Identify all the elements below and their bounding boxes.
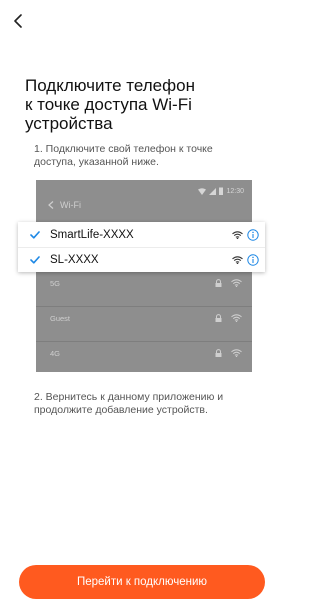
page-title: Подключите телефон к точке доступа Wi-Fi… [25, 76, 195, 133]
phone-network-row-4g: 4G [36, 341, 252, 364]
phone-network-row-guest: Guest [36, 306, 252, 329]
hotspot-name: SL-XXXX [50, 254, 99, 266]
instruction-step-1: 1. Подключите свой телефон к точке досту… [34, 143, 213, 168]
phone-clock: 12:30 [226, 187, 244, 195]
info-icon[interactable] [247, 254, 259, 266]
network-name: 4G [50, 348, 61, 358]
info-icon[interactable] [247, 228, 259, 241]
lock-icon [215, 314, 222, 322]
hotspot-name: SmartLife-XXXX [50, 228, 134, 241]
lock-icon [215, 349, 222, 357]
hotspot-row-smartlife[interactable]: SmartLife-XXXX [18, 222, 265, 247]
phone-network-row-5g: 5G [36, 271, 252, 294]
wifi-icon [232, 256, 243, 264]
phone-wifi-header-label: Wi-Fi [60, 200, 81, 210]
phone-wifi-header: Wi-Fi [48, 200, 81, 210]
check-icon [30, 230, 44, 239]
instruction-step-2: 2. Вернитесь к данному приложению и прод… [34, 391, 224, 416]
lock-icon [215, 279, 222, 287]
arrow-left-icon [48, 201, 54, 209]
check-icon [30, 256, 44, 264]
go-to-connect-button[interactable]: Перейти к подключению [19, 565, 265, 599]
wifi-icon [232, 230, 243, 239]
phone-status-bar: 12:30 [198, 185, 244, 197]
wifi-icon [231, 349, 242, 357]
network-name: 5G [50, 278, 61, 288]
chevron-left-icon [14, 14, 22, 28]
signal-icon [209, 187, 217, 195]
battery-icon [219, 187, 224, 195]
wifi-icon [198, 187, 207, 195]
network-name: Guest [50, 313, 71, 323]
device-hotspot-list: SmartLife-XXXX SL-XXXX [18, 222, 265, 272]
phone-wifi-illustration: 12:30 Wi-Fi 5G Guest 4G [36, 180, 252, 372]
hotspot-row-sl[interactable]: SL-XXXX [18, 247, 265, 272]
wifi-icon [231, 314, 242, 322]
back-button[interactable] [8, 10, 28, 32]
wifi-icon [231, 279, 242, 287]
